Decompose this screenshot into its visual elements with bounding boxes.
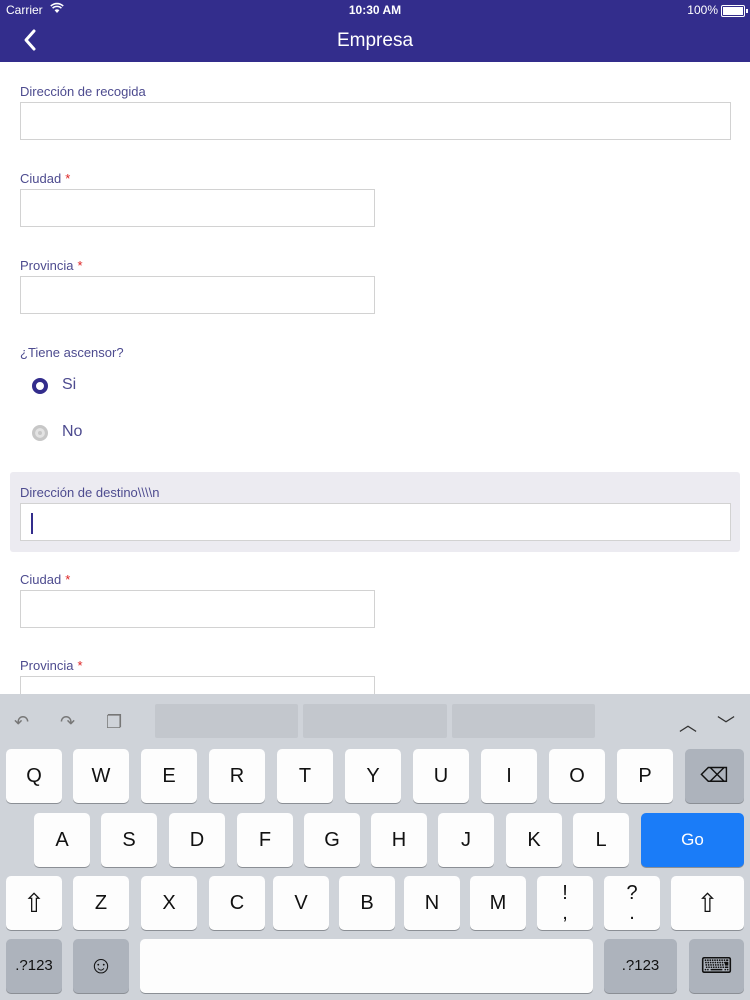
key-o[interactable]: O — [549, 749, 605, 803]
numbers-key-right[interactable]: .?123 — [604, 939, 677, 993]
key-question-period[interactable]: ? . — [604, 876, 660, 930]
period-glyph: . — [629, 902, 635, 924]
shift-key-left[interactable]: ⇧ — [6, 876, 62, 930]
exclamation-glyph: ! — [562, 882, 568, 904]
redo-icon[interactable]: ↷ — [60, 712, 75, 733]
page-title: Empresa — [336, 30, 414, 51]
key-c[interactable]: C — [209, 876, 265, 930]
required-mark: * — [77, 258, 83, 273]
radio-yes[interactable] — [32, 378, 48, 394]
province-label: Provincia * — [20, 258, 83, 273]
key-i[interactable]: I — [481, 749, 537, 803]
key-f[interactable]: F — [237, 813, 293, 867]
destination-address-input[interactable] — [20, 503, 731, 541]
comma-glyph: , — [562, 902, 568, 924]
key-j[interactable]: J — [438, 813, 494, 867]
status-bar: Carrier 10:30 AM 100% — [0, 0, 750, 20]
battery-icon — [721, 5, 748, 17]
required-mark: * — [65, 171, 71, 186]
key-q[interactable]: Q — [6, 749, 62, 803]
city-label: Ciudad * — [20, 171, 71, 186]
radio-no-label[interactable]: No — [62, 423, 82, 441]
destination-address-label: Dirección de destino\\\\n — [20, 485, 160, 500]
key-y[interactable]: Y — [345, 749, 401, 803]
key-a[interactable]: A — [34, 813, 90, 867]
destination-city-input[interactable] — [20, 590, 375, 628]
suggestion-slot[interactable] — [303, 704, 447, 738]
question-glyph: ? — [626, 882, 638, 904]
key-v[interactable]: V — [273, 876, 329, 930]
required-mark: * — [77, 658, 83, 673]
key-w[interactable]: W — [73, 749, 129, 803]
backspace-key[interactable]: ⌫ — [685, 749, 744, 803]
key-n[interactable]: N — [404, 876, 460, 930]
battery-percent: 100% — [687, 3, 718, 17]
key-t[interactable]: T — [277, 749, 333, 803]
pickup-address-input[interactable] — [20, 102, 731, 140]
previous-field-icon[interactable]: ︿ — [679, 711, 697, 737]
key-b[interactable]: B — [339, 876, 395, 930]
key-l[interactable]: L — [573, 813, 629, 867]
key-k[interactable]: K — [506, 813, 562, 867]
destination-city-label: Ciudad * — [20, 572, 71, 587]
key-p[interactable]: P — [617, 749, 673, 803]
key-h[interactable]: H — [371, 813, 427, 867]
key-e[interactable]: E — [141, 749, 197, 803]
navigation-bar: Carrier 10:30 AM 100% Empresa — [0, 0, 750, 62]
shift-key-right[interactable]: ⇧ — [671, 876, 744, 930]
undo-icon[interactable]: ↶ — [14, 712, 29, 733]
destination-province-label: Provincia * — [20, 658, 83, 673]
province-input[interactable] — [20, 276, 375, 314]
space-key[interactable] — [140, 939, 593, 993]
paste-icon[interactable]: ❐ — [106, 712, 122, 733]
emoji-icon[interactable]: ☺ — [73, 939, 129, 993]
required-mark: * — [65, 572, 71, 587]
next-field-icon[interactable]: ﹀ — [717, 711, 735, 737]
key-exclamation-comma[interactable]: ! , — [537, 876, 593, 930]
hide-keyboard-icon[interactable]: ⌨ — [689, 939, 744, 993]
go-key[interactable]: Go — [641, 813, 744, 867]
key-x[interactable]: X — [141, 876, 197, 930]
text-cursor — [31, 513, 33, 534]
clock: 10:30 AM — [348, 3, 402, 17]
numbers-key-left[interactable]: .?123 — [6, 939, 62, 993]
key-r[interactable]: R — [209, 749, 265, 803]
key-g[interactable]: G — [304, 813, 360, 867]
key-u[interactable]: U — [413, 749, 469, 803]
key-s[interactable]: S — [101, 813, 157, 867]
city-input[interactable] — [20, 189, 375, 227]
key-d[interactable]: D — [169, 813, 225, 867]
elevator-question: ¿Tiene ascensor? — [20, 345, 124, 360]
suggestion-slot[interactable] — [155, 704, 298, 738]
key-m[interactable]: M — [470, 876, 526, 930]
radio-no[interactable] — [32, 425, 48, 441]
radio-yes-label[interactable]: Si — [62, 376, 76, 394]
suggestion-slot[interactable] — [452, 704, 595, 738]
key-z[interactable]: Z — [73, 876, 129, 930]
pickup-address-label: Dirección de recogida — [20, 84, 146, 99]
